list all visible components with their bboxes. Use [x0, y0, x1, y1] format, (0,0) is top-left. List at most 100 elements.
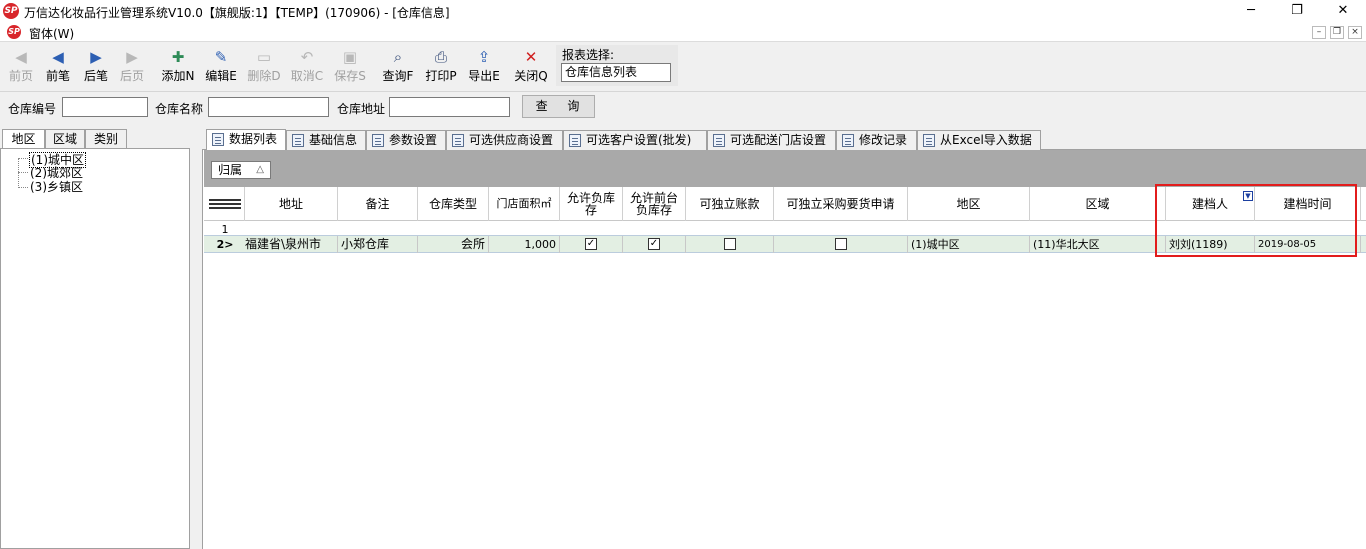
export-icon: ⇪: [477, 48, 491, 66]
group-by-chip[interactable]: 归属 △: [211, 161, 271, 179]
col-independent-purchase[interactable]: 可独立采购要货申请: [774, 187, 908, 221]
cell-independent-purchase[interactable]: [774, 236, 908, 253]
tree-line: [18, 187, 28, 188]
log-icon: [842, 134, 854, 147]
row-selector-icon: [209, 199, 241, 209]
tab-suppliers[interactable]: 可选供应商设置: [446, 130, 563, 150]
tab-category[interactable]: 类别: [85, 129, 127, 148]
save-button[interactable]: ▣ 保存S: [331, 47, 369, 89]
col-address[interactable]: 地址: [245, 187, 338, 221]
list-icon: [569, 134, 581, 147]
tab-customers[interactable]: 可选客户设置(批发): [563, 130, 707, 150]
tab-zone[interactable]: 区域: [45, 129, 85, 148]
mdi-minimize-button[interactable]: –: [1312, 26, 1326, 39]
warehouse-name-input[interactable]: [208, 97, 329, 117]
tab-parameters[interactable]: 参数设置: [366, 130, 446, 150]
edit-button[interactable]: ✎ 编辑E: [202, 47, 240, 89]
toolbar: ◀ 前页 ◀ 前笔 ▶ 后笔 ▶ 后页 ✚ 添加N ✎ 编辑E ▭ 删除D ↶ …: [0, 43, 1366, 92]
warehouse-address-input[interactable]: [389, 97, 510, 117]
tab-change-log[interactable]: 修改记录: [836, 130, 917, 150]
col-neg-stock[interactable]: 允许负库存: [560, 187, 623, 221]
close-window-button[interactable]: ✕ 关闭Q: [512, 47, 550, 89]
mdi-logo-icon: SP: [7, 25, 21, 39]
last-page-icon: ▶: [126, 48, 138, 66]
col-region[interactable]: 地区: [908, 187, 1030, 221]
cell-area[interactable]: 1,000: [489, 236, 560, 253]
tab-delivery-stores[interactable]: 可选配送门店设置: [707, 130, 836, 150]
tree-line: [18, 172, 28, 173]
list-icon: [713, 134, 725, 147]
app-logo-icon: SP: [3, 3, 19, 19]
find-button[interactable]: ⌕ 查询F: [379, 47, 417, 89]
left-tabs: 地区 区域 类别: [0, 129, 190, 149]
window-title: 万信达化妆品行业管理系统V10.0【旗舰版:1】【TEMP】(170906) -…: [24, 6, 450, 20]
menu-window[interactable]: 窗体(W): [29, 25, 74, 42]
highlight-annotation: [1155, 184, 1357, 257]
col-remark[interactable]: 备注: [338, 187, 418, 221]
minimize-button[interactable]: ─: [1228, 0, 1274, 22]
report-select-label: 报表选择:: [562, 48, 615, 62]
close-button[interactable]: ✕: [1320, 0, 1366, 22]
col-type[interactable]: 仓库类型: [418, 187, 489, 221]
checkbox-unchecked[interactable]: [723, 237, 736, 250]
last-page-button[interactable]: ▶ 后页: [116, 47, 148, 89]
report-select[interactable]: 仓库信息列表: [561, 63, 671, 82]
prev-record-icon: ◀: [52, 48, 64, 66]
next-record-icon: ▶: [90, 48, 102, 66]
row-header-selector[interactable]: [204, 187, 245, 221]
tab-data-list[interactable]: 数据列表: [206, 129, 286, 151]
sort-asc-icon: △: [256, 164, 264, 175]
checkbox-checked[interactable]: ✓: [585, 237, 597, 250]
restore-button[interactable]: ❐: [1274, 0, 1320, 22]
add-button[interactable]: ✚ 添加N: [159, 47, 197, 89]
undo-icon: ↶: [300, 48, 314, 66]
printer-icon: ⎙: [434, 48, 447, 66]
tab-excel-import[interactable]: 从Excel导入数据: [917, 130, 1041, 150]
cancel-button[interactable]: ↶ 取消C: [288, 47, 326, 89]
panel-splitter[interactable]: [190, 129, 202, 549]
cell-address[interactable]: 福建省\泉州市: [245, 236, 338, 253]
save-icon: ▣: [342, 48, 358, 66]
cell-remark[interactable]: 小郑仓库: [338, 236, 418, 253]
cell-front-neg-stock[interactable]: ✓: [623, 236, 686, 253]
cell-neg-stock[interactable]: ✓: [560, 236, 623, 253]
cell-independent-account[interactable]: [686, 236, 774, 253]
list-icon: [452, 134, 464, 147]
delete-button[interactable]: ▭ 删除D: [245, 47, 283, 89]
col-independent-account[interactable]: 可独立账款: [686, 187, 774, 221]
first-page-button[interactable]: ◀ 前页: [5, 47, 37, 89]
tab-region[interactable]: 地区: [2, 129, 45, 149]
tab-basic-info[interactable]: 基础信息: [286, 130, 366, 150]
query-button[interactable]: 查 询: [522, 95, 595, 118]
tree-line: [18, 158, 19, 188]
excel-icon: [923, 134, 935, 147]
warehouse-code-label: 仓库编号: [8, 102, 57, 116]
add-icon: ✚: [171, 48, 185, 66]
settings-icon: [372, 134, 384, 147]
search-bar: 仓库编号 仓库名称 仓库地址 查 询: [0, 93, 1366, 124]
tree-node-town[interactable]: (3)乡镇区: [29, 180, 84, 194]
export-button[interactable]: ⇪ 导出E: [465, 47, 503, 89]
title-bar: SP 万信达化妆品行业管理系统V10.0【旗舰版:1】【TEMP】(170906…: [0, 0, 1366, 22]
row-number: 2>: [216, 238, 234, 251]
mdi-restore-button[interactable]: ❐: [1330, 26, 1344, 39]
col-zone[interactable]: 区域: [1030, 187, 1166, 221]
warehouse-name-label: 仓库名称: [155, 102, 204, 116]
tree-line: [18, 158, 28, 159]
warehouse-code-input[interactable]: [62, 97, 148, 117]
next-record-button[interactable]: ▶ 后笔: [80, 47, 112, 89]
group-by-panel: 归属 △: [204, 150, 1366, 187]
col-area[interactable]: 门店面积㎡: [489, 187, 560, 221]
mdi-close-button[interactable]: ×: [1348, 26, 1362, 39]
first-page-icon: ◀: [15, 48, 27, 66]
content-tabs: 数据列表 基础信息 参数设置 可选供应商设置 可选客户设置(批发) 可选配送门店…: [202, 129, 1366, 151]
cell-region[interactable]: (1)城中区: [908, 236, 1030, 253]
checkbox-checked[interactable]: ✓: [648, 237, 660, 250]
tree-node-suburb[interactable]: (2)城郊区: [29, 166, 84, 180]
cell-type[interactable]: 会所: [418, 236, 489, 253]
print-button[interactable]: ⎙ 打印P: [422, 47, 460, 89]
checkbox-unchecked[interactable]: [834, 237, 847, 250]
prev-record-button[interactable]: ◀ 前笔: [42, 47, 74, 89]
cell-zone[interactable]: (11)华北大区: [1030, 236, 1166, 253]
col-front-neg-stock[interactable]: 允许前台 负库存: [623, 187, 686, 221]
